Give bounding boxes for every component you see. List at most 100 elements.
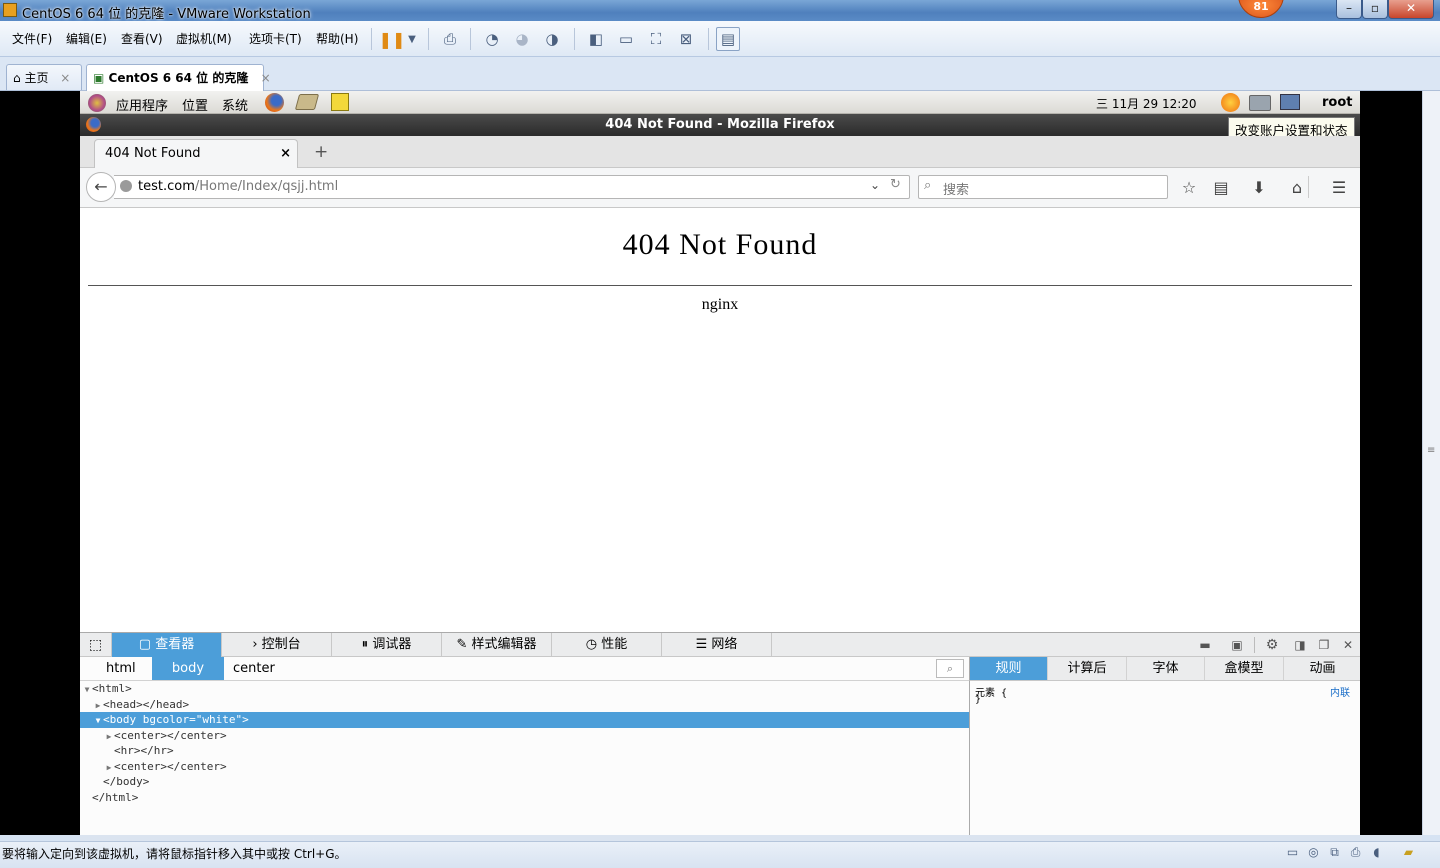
url-bar[interactable]: test.com/Home/Index/qsjj.html ⌄ ↻ <box>114 175 910 199</box>
chevron-down-icon[interactable]: ▼ <box>400 27 424 51</box>
firefox-tab[interactable]: 404 Not Found × <box>94 139 298 169</box>
breadcrumb-body[interactable]: body <box>152 657 224 680</box>
undock-icon[interactable]: ❐ <box>1314 636 1334 654</box>
settings-gear-icon[interactable]: ⚙ <box>1262 636 1282 654</box>
message-log-icon[interactable]: ▰ <box>1400 845 1417 860</box>
hard-disk-icon[interactable]: ▭ <box>1284 845 1301 860</box>
breadcrumb-html[interactable]: html <box>96 657 146 680</box>
breadcrumb-center[interactable]: center <box>223 657 285 680</box>
back-button[interactable]: ← <box>86 172 116 202</box>
server-name: nginx <box>701 296 739 313</box>
toolbar-separator <box>371 28 372 50</box>
updates-icon[interactable] <box>1221 93 1240 112</box>
expand-right-icon[interactable]: ▶ <box>104 760 114 776</box>
sidebar-tab-box-model[interactable]: 盒模型 <box>1205 657 1284 680</box>
reading-list-icon[interactable]: ▤ <box>1210 177 1232 199</box>
notes-launcher-icon[interactable] <box>331 93 349 111</box>
menu-edit[interactable]: 编辑(E) <box>66 30 107 47</box>
sidebar-tab-fonts[interactable]: 字体 <box>1127 657 1205 680</box>
menu-vm[interactable]: 虚拟机(M) <box>176 30 232 47</box>
toolbar-separator <box>708 28 709 50</box>
close-devtools-icon[interactable]: ✕ <box>1338 636 1358 654</box>
markup-node[interactable]: ▶ <center></center> <box>80 759 969 775</box>
minimize-button[interactable]: – <box>1336 0 1362 19</box>
downloads-icon[interactable]: ⬇ <box>1248 177 1270 199</box>
markup-node[interactable]: <hr></hr> <box>80 743 969 759</box>
thumbnail-icon[interactable]: ▤ <box>716 27 740 51</box>
notification-badge[interactable]: 81 <box>1238 0 1284 18</box>
devtools-tab-console[interactable]: › 控制台 <box>222 633 332 657</box>
mail-launcher-icon[interactable] <box>294 94 320 110</box>
tab-home[interactable]: ⌂ 主页 × <box>6 64 82 90</box>
devtools-tab-network[interactable]: ☰ 网络 <box>662 633 772 657</box>
console-view-icon[interactable]: ▭ <box>614 27 638 51</box>
fullscreen-icon[interactable]: ⛶ <box>644 27 668 51</box>
devtools-tab-style-editor[interactable]: ✎ 样式编辑器 <box>442 633 552 657</box>
bookmark-star-icon[interactable]: ☆ <box>1178 177 1200 199</box>
gnome-menu-places[interactable]: 位置 <box>182 95 208 114</box>
gnome-user[interactable]: root <box>1322 95 1353 110</box>
gnome-clock[interactable]: 三 11月 29 12:20 <box>1096 95 1197 112</box>
network-icon[interactable] <box>1249 95 1271 111</box>
close-tab-icon[interactable]: × <box>280 146 291 161</box>
markup-search-icon[interactable]: ⌕ <box>936 659 964 678</box>
firefox-launcher-icon[interactable] <box>265 93 284 112</box>
home-icon[interactable]: ⌂ <box>1286 177 1308 199</box>
markup-node[interactable]: ▼ <body bgcolor="white"> <box>80 712 969 728</box>
markup-node[interactable]: ▶ <center></center> <box>80 728 969 744</box>
vm-scrollbar[interactable]: ≡ <box>1422 91 1440 835</box>
network-adapter-icon[interactable]: ⧉ <box>1326 845 1343 860</box>
markup-node[interactable]: </html> <box>80 790 969 806</box>
snapshot-manager-icon[interactable]: ◑ <box>540 27 564 51</box>
reload-icon[interactable]: ↻ <box>890 177 901 192</box>
element-picker-icon[interactable]: ⬚ <box>80 633 112 657</box>
menu-tabs[interactable]: 选项卡(T) <box>249 30 302 47</box>
url-dropdown-icon[interactable]: ⌄ <box>870 178 880 192</box>
sidebar-tab-rules[interactable]: 规则 <box>970 657 1048 680</box>
devtools-tab-performance[interactable]: ◷ 性能 <box>552 633 662 657</box>
expand-down-icon[interactable]: ▼ <box>93 713 103 729</box>
expand-right-icon[interactable]: ▶ <box>104 729 114 745</box>
new-tab-button[interactable]: + <box>314 142 328 162</box>
send-keys-icon[interactable]: ⎙ <box>438 27 462 51</box>
tab-vm[interactable]: ▣ CentOS 6 64 位 的克隆 × <box>86 64 271 91</box>
site-identity-icon[interactable] <box>120 180 132 192</box>
sidebar-tab-computed[interactable]: 计算后 <box>1048 657 1127 680</box>
unity-icon[interactable]: ⊠ <box>674 27 698 51</box>
markup-view[interactable]: ▼ <html> ▶ <head></head> ▼ <body bgcolor="whi… <box>80 681 969 835</box>
maximize-button[interactable]: ▫ <box>1362 0 1388 19</box>
menu-help[interactable]: 帮助(H) <box>316 30 358 47</box>
expand-down-icon[interactable]: ▼ <box>82 682 92 698</box>
search-bar[interactable]: ⌕ 搜索 <box>918 175 1168 199</box>
gnome-menu-system[interactable]: 系统 <box>222 95 248 114</box>
scratchpad-icon[interactable]: ▣ <box>1227 636 1247 654</box>
menu-view[interactable]: 查看(V) <box>121 30 163 47</box>
sound-icon[interactable]: ◖ <box>1368 845 1385 860</box>
close-window-button[interactable]: ✕ <box>1388 0 1434 19</box>
expand-right-icon[interactable]: ▶ <box>93 698 103 714</box>
revert-snapshot-icon[interactable]: ◕ <box>510 27 534 51</box>
display-icon[interactable] <box>1280 94 1300 110</box>
devtools-tab-debugger[interactable]: ⏸ 调试器 <box>332 633 442 657</box>
scrollbar-grip-icon: ≡ <box>1427 445 1436 456</box>
devtools-tab-inspector[interactable]: ▢ 查看器 <box>112 633 222 657</box>
home-icon: ⌂ <box>13 71 21 85</box>
rule-source-link[interactable]: 内联 <box>1330 684 1350 699</box>
hamburger-menu-icon[interactable]: ☰ <box>1328 177 1350 199</box>
cd-drive-icon[interactable]: ◎ <box>1305 845 1322 860</box>
menu-file[interactable]: 文件(F) <box>12 30 52 47</box>
close-tab-icon[interactable]: × <box>261 71 271 85</box>
gnome-menu-applications[interactable]: 应用程序 <box>116 95 168 114</box>
responsive-mode-icon[interactable]: ▬ <box>1195 636 1215 654</box>
markup-node[interactable]: ▼ <html> <box>80 681 969 697</box>
printer-icon[interactable]: ⎙ <box>1347 845 1364 860</box>
firefox-icon <box>86 117 101 132</box>
vm-screen[interactable]: 应用程序 位置 系统 三 11月 29 12:20 root 404 Not F… <box>0 91 1422 835</box>
close-tab-icon[interactable]: × <box>60 71 70 85</box>
dock-side-icon[interactable]: ◨ <box>1290 636 1310 654</box>
markup-node[interactable]: ▶ <head></head> <box>80 697 969 713</box>
library-icon[interactable]: ◧ <box>584 27 608 51</box>
sidebar-tab-animations[interactable]: 动画 <box>1284 657 1361 680</box>
markup-node[interactable]: </body> <box>80 774 969 790</box>
snapshot-icon[interactable]: ◔ <box>480 27 504 51</box>
